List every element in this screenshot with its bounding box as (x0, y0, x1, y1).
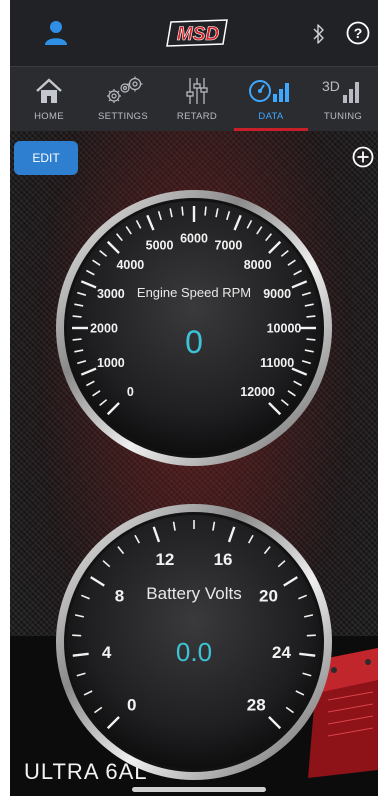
scale-label: 8000 (244, 258, 272, 272)
tab-settings[interactable]: SETTINGS (86, 67, 160, 131)
tab-home[interactable]: HOME (12, 67, 86, 131)
minor-tick (204, 206, 207, 216)
help-icon[interactable]: ? (346, 21, 370, 45)
help-glyph: ? (354, 25, 363, 41)
minor-tick (306, 338, 316, 341)
gauge-bars-icon (249, 80, 289, 102)
edit-button[interactable]: EDIT (14, 141, 78, 175)
scale-label: 28 (247, 695, 266, 714)
top-bar: MSD ? (10, 0, 378, 66)
scale-label: 4 (102, 643, 112, 662)
scale-label: 1000 (97, 356, 125, 370)
home-icon (36, 78, 62, 103)
tab-data-label: DATA (258, 111, 284, 122)
battery-volts-gauge[interactable]: 0 4 8 12 16 20 24 28 Battery Volts 0.0 (54, 502, 334, 782)
scale-label: 4000 (116, 258, 144, 272)
tab-retard-label: RETARD (176, 111, 218, 122)
tab-data[interactable]: DATA (234, 67, 308, 131)
plus-circle-icon[interactable] (352, 146, 374, 168)
scale-label: 0 (127, 695, 136, 714)
app-window: MSD ? HOME SETTINGS RETARD DATA 3D TUNIN… (10, 0, 378, 796)
scale-label: 12000 (240, 385, 275, 399)
scale-label: 16 (214, 550, 233, 569)
home-indicator (132, 787, 266, 792)
tab-retard[interactable]: RETARD (160, 67, 234, 131)
gauge-value: 0.0 (176, 637, 212, 667)
tab-settings-label: SETTINGS (98, 111, 148, 122)
scale-label: 20 (259, 586, 278, 605)
sliders-icon (186, 78, 208, 104)
bluetooth-icon[interactable] (312, 22, 326, 46)
tab-home-label: HOME (34, 111, 64, 122)
scale-label: 8 (115, 586, 124, 605)
gauge-title: Battery Volts (146, 584, 241, 603)
logo-text: MSD (177, 24, 220, 45)
minor-tick (306, 315, 316, 318)
tuning-3d-text: 3D (322, 78, 340, 94)
tab-bar: HOME SETTINGS RETARD DATA 3D TUNING (10, 66, 378, 131)
msd-logo: MSD (165, 18, 231, 48)
minor-tick (306, 634, 316, 637)
minor-tick (72, 315, 82, 318)
rpm-gauge[interactable]: 0 1000 2000 3000 4000 5000 6000 7000 8000 9000 100… (54, 188, 334, 468)
scale-label: 5000 (146, 238, 174, 252)
tab-tuning-label: TUNING (323, 111, 363, 122)
scale-label: 11000 (260, 356, 294, 370)
scale-label: 6000 (180, 232, 208, 246)
scale-label: 0 (127, 385, 134, 399)
scale-label: 10000 (267, 322, 302, 336)
3d-bars-icon: 3D (322, 78, 359, 103)
gauge-value: 0 (185, 324, 203, 360)
scale-label: 7000 (215, 238, 243, 252)
scale-label: 2000 (90, 322, 118, 336)
gears-icon (107, 76, 143, 103)
scale-label: 12 (155, 550, 174, 569)
minor-tick (181, 206, 184, 216)
minor-tick (72, 634, 82, 637)
tab-tuning[interactable]: 3D TUNING (306, 67, 378, 131)
user-icon[interactable] (44, 20, 68, 46)
minor-tick (72, 338, 82, 341)
scale-label: 24 (272, 643, 291, 662)
gauge-title: Engine Speed RPM (137, 285, 251, 300)
scale-label: 3000 (97, 287, 125, 301)
scale-label: 9000 (263, 287, 291, 301)
